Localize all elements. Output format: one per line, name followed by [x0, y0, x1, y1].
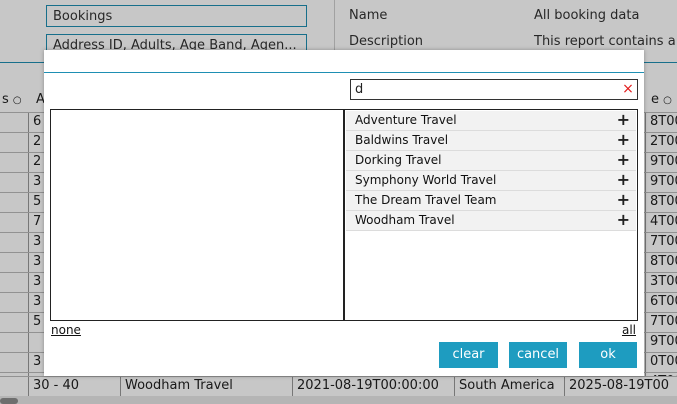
- available-item-label: Baldwins Travel: [355, 133, 449, 147]
- clear-search-icon[interactable]: ×: [620, 81, 636, 98]
- add-item-icon[interactable]: +: [617, 130, 630, 149]
- search-box: ×: [350, 79, 638, 100]
- available-item-label: Woodham Travel: [355, 213, 455, 227]
- available-item-label: The Dream Travel Team: [355, 193, 497, 207]
- add-item-icon[interactable]: +: [617, 190, 630, 209]
- available-item-label: Symphony World Travel: [355, 173, 497, 187]
- add-item-icon[interactable]: +: [617, 170, 630, 189]
- selected-items-list[interactable]: [50, 109, 344, 321]
- cancel-button[interactable]: cancel: [509, 342, 567, 368]
- select-all-link[interactable]: all: [622, 323, 636, 337]
- available-item[interactable]: Symphony World Travel +: [346, 170, 636, 191]
- available-item[interactable]: Woodham Travel +: [346, 210, 636, 231]
- ok-button[interactable]: ok: [579, 342, 637, 368]
- search-input[interactable]: [351, 80, 621, 99]
- available-item[interactable]: Baldwins Travel +: [346, 130, 636, 151]
- available-item-label: Adventure Travel: [355, 113, 457, 127]
- available-item[interactable]: Adventure Travel +: [346, 110, 636, 131]
- select-none-link[interactable]: none: [51, 323, 81, 337]
- available-items-list[interactable]: Adventure Travel + Baldwins Travel + Dorking…: [344, 109, 638, 321]
- add-item-icon[interactable]: +: [617, 210, 630, 229]
- select-values-dialog: × Adventure Travel+Baldwins Travel+Dorki…: [44, 50, 644, 376]
- clear-button[interactable]: clear: [439, 342, 498, 368]
- available-item-label: Dorking Travel: [355, 153, 442, 167]
- add-item-icon[interactable]: +: [617, 110, 630, 129]
- add-item-icon[interactable]: +: [617, 150, 630, 169]
- available-item[interactable]: Dorking Travel +: [346, 150, 636, 171]
- dialog-title-divider: [44, 72, 644, 73]
- available-item[interactable]: The Dream Travel Team +: [346, 190, 636, 211]
